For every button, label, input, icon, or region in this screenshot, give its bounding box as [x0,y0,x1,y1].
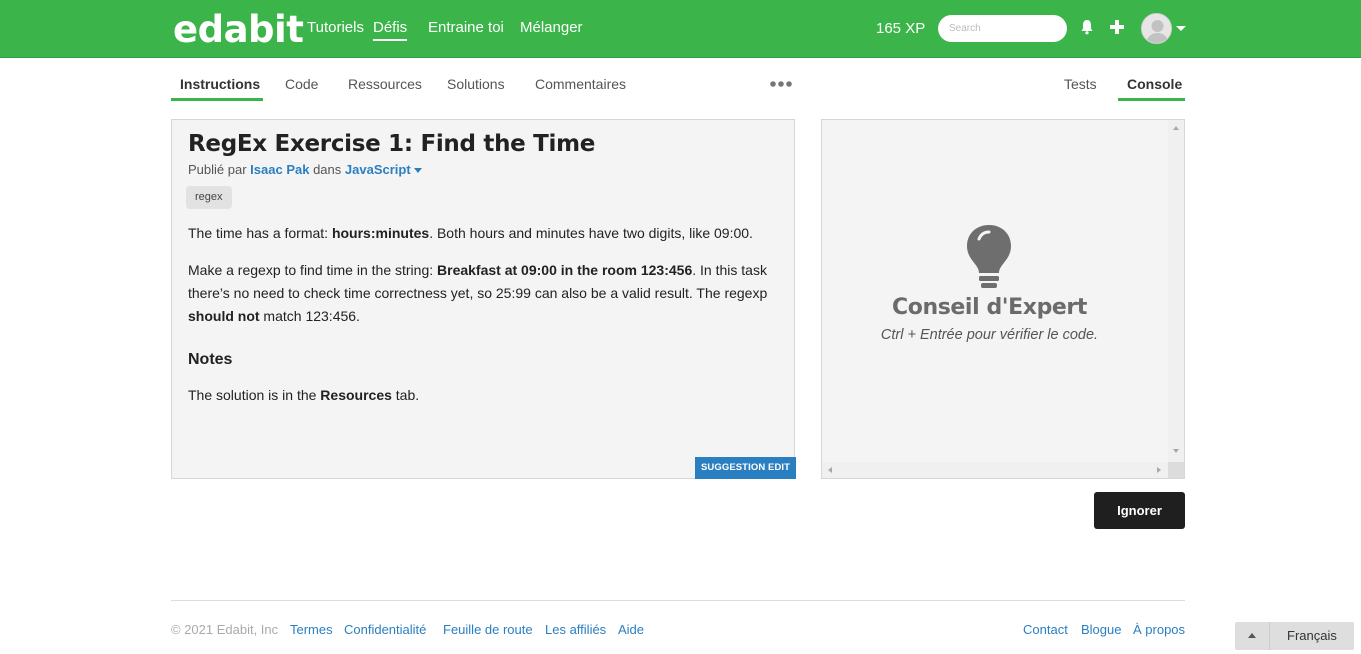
nav-melanger[interactable]: Mélanger [520,19,583,36]
tag-badge[interactable]: regex [186,186,232,209]
ignore-button[interactable]: Ignorer [1094,492,1185,529]
footer-link-contact[interactable]: Contact [1023,622,1068,637]
footer-link-affilies[interactable]: Les affiliés [545,622,606,637]
expert-tip-heading: Conseil d'Expert [891,295,1088,320]
suggestion-edit-button[interactable]: SUGGESTION EDIT [695,457,796,479]
tab-instructions-underline [171,98,263,101]
footer-link-feuille-de-route[interactable]: Feuille de route [443,622,533,637]
paragraph-format: The time has a format: hours:minutes. Bo… [188,225,753,241]
language-link[interactable]: JavaScript [345,162,411,177]
more-options-icon[interactable] [770,80,792,88]
challenge-title: RegEx Exercise 1: Find the Time [188,131,596,157]
tab-instructions[interactable]: Instructions [180,76,260,92]
expert-tip-hint: Ctrl + Entrée pour vérifier le code. [880,327,1099,343]
tab-code[interactable]: Code [285,76,318,92]
caret-down-icon[interactable] [413,168,422,174]
tab-ressources[interactable]: Ressources [348,76,422,92]
footer-divider [171,600,1185,601]
footer-copyright: © 2021 Edabit, Inc [171,622,279,637]
lightbulb-icon [967,225,1011,288]
scrollbar-corner [1168,462,1184,478]
scroll-down-icon[interactable] [1173,449,1179,453]
search-input[interactable] [938,15,1067,42]
language-label[interactable]: Français [1287,628,1337,643]
console-panel: Conseil d'Expert Ctrl + Entrée pour véri… [821,119,1185,479]
tab-console[interactable]: Console [1127,76,1182,92]
footer-link-termes[interactable]: Termes [290,622,333,637]
xp-counter: 165 XP [876,20,926,37]
paragraph-notes: The solution is in the Resources tab. [188,387,420,403]
scroll-left-icon[interactable] [828,467,832,473]
caret-up-icon[interactable] [1248,633,1256,638]
nav-entraine-toi[interactable]: Entraine toi [428,19,504,36]
tab-commentaires[interactable]: Commentaires [535,76,626,92]
chevron-down-icon[interactable] [1176,26,1186,31]
footer-link-a-propos[interactable]: À propos [1133,622,1185,637]
author-link[interactable]: Isaac Pak [250,162,309,177]
published-by: Publié par Isaac Pak dans JavaScript [188,162,422,177]
avatar[interactable] [1141,13,1172,44]
language-selector[interactable]: Français [1235,622,1354,650]
user-silhouette-icon [1146,20,1169,43]
tab-console-underline [1118,98,1185,101]
vertical-scrollbar[interactable] [1168,120,1184,462]
nav-defis[interactable]: Défis [373,19,408,41]
tab-solutions[interactable]: Solutions [447,76,505,92]
horizontal-scrollbar[interactable] [822,462,1168,478]
paragraph-task: Make a regexp to find time in the string… [188,262,768,324]
footer-link-blogue[interactable]: Blogue [1081,622,1121,637]
scroll-up-icon[interactable] [1173,126,1179,130]
bell-icon[interactable] [1080,19,1094,35]
nav-tutoriels[interactable]: Tutoriels [307,19,364,36]
top-navbar: edabit Tutoriels Défis Entraine toi Méla… [0,0,1361,58]
scroll-right-icon[interactable] [1157,467,1161,473]
language-divider [1269,622,1270,650]
footer-link-aide[interactable]: Aide [618,622,644,637]
instructions-panel: RegEx Exercise 1: Find the Time Publié p… [171,119,796,479]
tab-tests[interactable]: Tests [1064,76,1097,92]
notes-heading: Notes [188,351,233,368]
plus-icon[interactable] [1110,20,1124,34]
edabit-logo[interactable]: edabit [173,8,304,51]
footer-link-confidentialite[interactable]: Confidentialité [344,622,426,637]
